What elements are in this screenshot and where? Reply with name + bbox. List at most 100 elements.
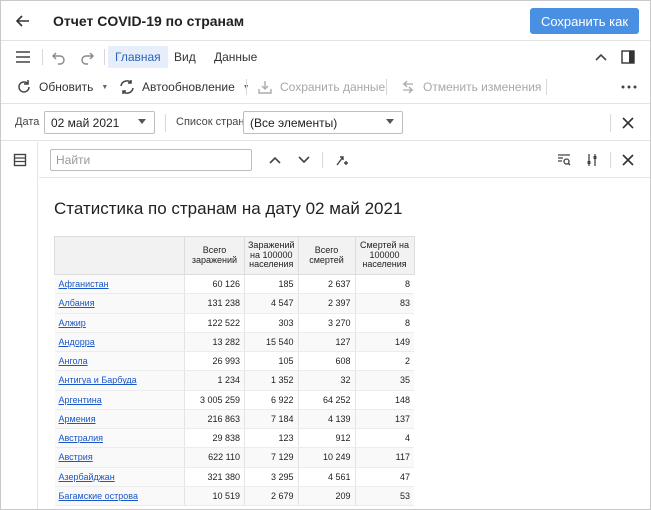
date-select[interactable]: 02 май 2021 [44,111,155,134]
table-row: Ангола 26 993 105 608 2 [54,351,415,372]
cancel-changes-icon [399,78,417,96]
divider [386,79,387,95]
parameters-bar: Дата 02 май 2021 Список стран (Все элеме… [1,103,650,141]
column-header: Заражений на 100000 населения [244,236,299,275]
value-cell: 149 [354,332,415,353]
value-cell: 3 005 259 [184,390,245,410]
table-header-row: Всего заражений Заражений на 100000 насе… [54,236,415,275]
redo-icon[interactable] [77,47,97,67]
value-cell: 13 282 [184,332,245,353]
value-cell: 32 [297,370,356,391]
cancel-changes-label: Отменить изменения [423,80,542,94]
back-arrow-icon[interactable] [11,10,35,32]
value-cell: 137 [354,409,415,430]
country-link[interactable]: Андорра [59,337,95,347]
chevron-up-icon[interactable] [266,151,284,169]
more-dots-icon[interactable] [619,77,639,97]
country-link[interactable]: Аргентина [59,395,102,405]
country-cell: Андорра [54,332,185,353]
value-cell: 47 [354,467,415,487]
autorefresh-button[interactable]: Автообновление ▼ [118,76,250,98]
dropdown-caret-icon [138,119,146,124]
value-cell: 26 993 [184,351,245,372]
value-cell: 2 [354,351,415,372]
date-value: 02 май 2021 [51,115,120,130]
refresh-button[interactable]: Обновить ▼ [15,76,108,98]
country-cell: Багамские острова [54,486,185,507]
dropdown-caret-icon[interactable]: ▼ [101,84,108,91]
table-row: Азербайджан 321 380 3 295 4 561 47 [54,467,415,487]
save-data-label: Сохранить данные [280,80,386,94]
country-link[interactable]: Багамские острова [59,491,138,501]
country-cell: Албания [54,293,185,314]
country-cell: Ангола [54,351,185,372]
auto-refresh-icon [118,78,136,96]
toolbar: Обновить ▼ Автообновление ▼ Сохранить да… [1,73,650,101]
country-link[interactable]: Афганистан [59,279,109,289]
value-cell: 4 [354,428,415,449]
replace-icon[interactable] [333,151,351,169]
table-view-icon[interactable] [11,151,29,169]
value-cell: 4 561 [297,467,356,487]
table-body: Афганистан 60 126 185 2 637 8 Албания 131 238 4… [54,274,415,507]
autorefresh-label: Автообновление [142,80,235,94]
save-data-button[interactable]: Сохранить данные [256,76,385,98]
side-panel-icon[interactable] [618,47,638,67]
tab-view[interactable]: Вид [167,46,203,68]
value-cell: 608 [297,351,356,372]
divider [546,79,547,95]
hamburger-icon[interactable] [13,47,33,67]
countries-select[interactable]: (Все элементы) [243,111,403,134]
close-icon[interactable] [619,114,637,132]
table-row: Австралия 29 838 123 912 4 [54,428,415,449]
value-cell: 216 863 [184,409,245,430]
country-link[interactable]: Австралия [59,433,103,443]
country-link[interactable]: Алжир [59,318,86,328]
save-as-button[interactable]: Сохранить как [530,8,639,34]
table-row: Армения 216 863 7 184 4 139 137 [54,409,415,430]
country-link[interactable]: Антигуа и Барбуда [59,375,137,385]
value-cell: 1 234 [184,370,245,391]
value-cell: 303 [244,313,299,333]
table-row: Албания 131 238 4 547 2 397 83 [54,293,415,314]
value-cell: 2 397 [297,293,356,314]
table-row: Антигуа и Барбуда 1 234 1 352 32 35 [54,370,415,391]
report-area: Статистика по странам на дату 02 май 202… [39,179,650,509]
value-cell: 7 184 [244,409,299,430]
countries-label: Список стран [176,116,245,128]
value-cell: 64 252 [297,390,356,410]
title-bar: Отчет COVID-19 по странам Сохранить как [1,1,650,41]
ribbon-bar: Главная Вид Данные [1,42,650,72]
country-link[interactable]: Армения [59,414,96,424]
country-cell: Антигуа и Барбуда [54,370,185,391]
cancel-changes-button[interactable]: Отменить изменения [399,76,541,98]
value-cell: 2 637 [297,274,356,295]
value-cell: 117 [354,447,415,468]
value-cell: 3 270 [297,313,356,333]
table-row: Аргентина 3 005 259 6 922 64 252 148 [54,390,415,410]
table-row: Андорра 13 282 15 540 127 149 [54,332,415,353]
country-link[interactable]: Албания [59,298,95,308]
value-cell: 53 [354,486,415,507]
chevron-down-icon[interactable] [295,151,313,169]
dropdown-caret-icon [386,119,394,124]
column-header: Смертей на 100000 населения [354,236,415,275]
date-label: Дата [15,116,40,128]
close-icon[interactable] [619,151,637,169]
country-link[interactable]: Ангола [59,356,88,366]
undo-icon[interactable] [49,47,69,67]
find-in-page-icon[interactable] [555,151,573,169]
divider [610,114,611,132]
country-link[interactable]: Австрия [59,452,93,462]
tab-data[interactable]: Данные [207,46,264,68]
table-row: Алжир 122 522 303 3 270 8 [54,313,415,333]
value-cell: 8 [354,274,415,295]
sliders-icon[interactable] [583,151,601,169]
refresh-icon [15,78,33,96]
search-input[interactable] [50,149,252,171]
value-cell: 8 [354,313,415,333]
tab-home[interactable]: Главная [108,46,168,68]
value-cell: 60 126 [184,274,245,295]
chevron-up-icon[interactable] [591,47,611,67]
country-link[interactable]: Азербайджан [59,472,115,482]
